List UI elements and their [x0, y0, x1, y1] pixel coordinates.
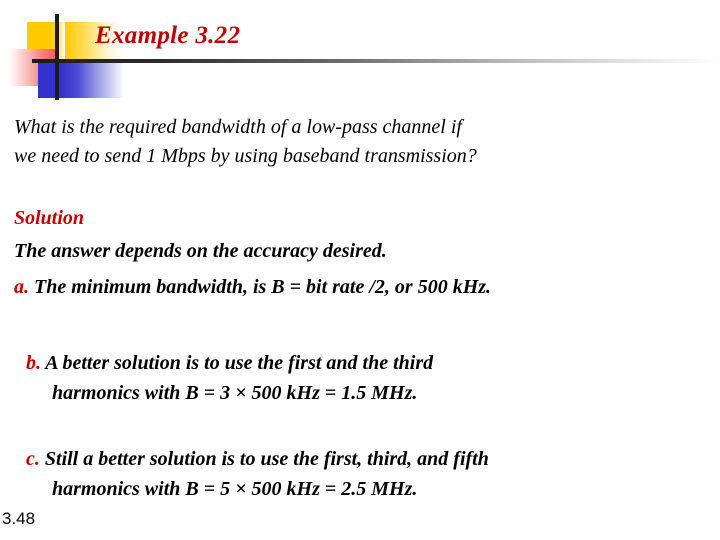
answer-item-a: a. The minimum bandwidth, is B = bit rat…: [14, 272, 491, 302]
header-decoration: [0, 0, 720, 102]
horizontal-rule-decoration: [32, 59, 720, 63]
solution-intro-text: The answer depends on the accuracy desir…: [14, 240, 387, 262]
blue-gradient-streak-decoration: [62, 62, 124, 98]
answer-c-text: Still a better solution is to use the fi…: [39, 448, 489, 470]
answer-c-marker: c.: [26, 448, 40, 470]
answer-a-text: The minimum bandwidth, is B = bit rate /…: [29, 276, 492, 298]
answer-b-marker: b.: [26, 352, 41, 374]
question-line-2: we need to send 1 Mbps by using baseband…: [14, 145, 477, 167]
answer-item-c: c. Still a better solution is to use the…: [26, 444, 489, 504]
page-number: 3.48: [2, 509, 36, 528]
answer-item-b: b. A better solution is to use the first…: [26, 348, 433, 408]
question-text: What is the required bandwidth of a low-…: [14, 113, 714, 171]
solution-heading: Solution: [14, 207, 85, 229]
page-title: Example 3.22: [95, 22, 241, 49]
vertical-rule-decoration: [55, 14, 59, 100]
answer-c-line-1: c. Still a better solution is to use the…: [26, 444, 489, 474]
answer-b-text: A better solution is to use the first an…: [41, 352, 434, 374]
question-line-1: What is the required bandwidth of a low-…: [14, 116, 462, 138]
answer-b-line-1: b. A better solution is to use the first…: [26, 348, 433, 378]
answer-a-marker: a.: [14, 276, 29, 298]
answer-a-line-1: a. The minimum bandwidth, is B = bit rat…: [14, 272, 491, 302]
answer-c-line-2: harmonics with B = 5 × 500 kHz = 2.5 MHz…: [52, 478, 418, 500]
answer-b-line-2: harmonics with B = 3 × 500 kHz = 1.5 MHz…: [52, 382, 418, 404]
